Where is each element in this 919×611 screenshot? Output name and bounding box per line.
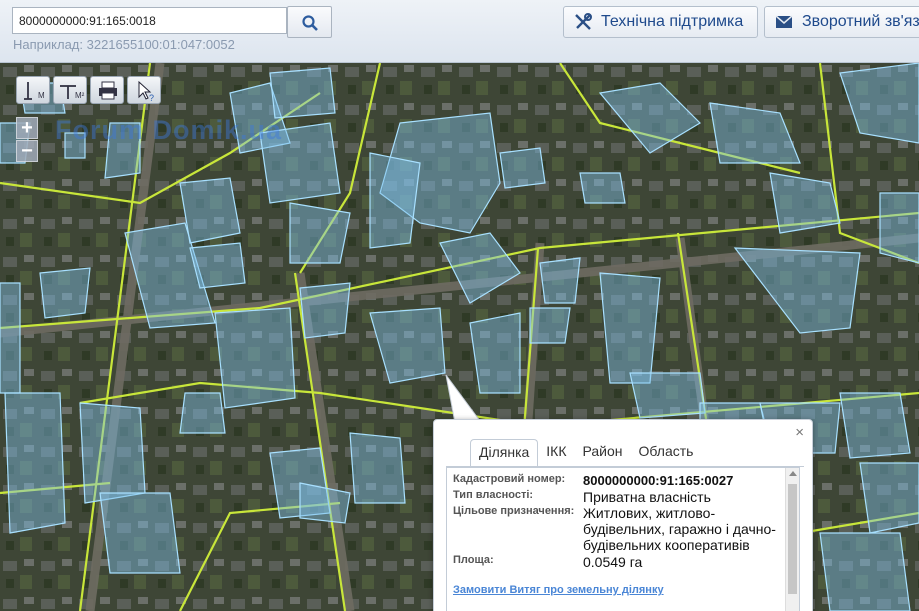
scroll-thumb[interactable] [788, 484, 797, 594]
measure-label: М [38, 91, 45, 100]
info-pointer-button[interactable]: ? [127, 76, 161, 104]
popup-tabs: Ділянка ІКК Район Область [470, 439, 701, 467]
area-label: М² [75, 91, 85, 100]
zoom-in-button[interactable]: + [16, 117, 38, 139]
field-label: Цільове призначення: [453, 505, 575, 517]
ownership-value: Приватна власність [583, 489, 711, 505]
cadastral-number-row: Кадастровий номер: 8000000000:91:165:002… [453, 473, 788, 489]
field-label: Кадастровий номер: [453, 473, 566, 485]
map-toolbar: М М² ? [16, 76, 161, 104]
search-button[interactable] [287, 6, 332, 38]
close-icon[interactable]: × [795, 424, 804, 441]
parcel-info-panel: Кадастровий номер: 8000000000:91:165:002… [446, 467, 800, 611]
ruler-icon [24, 82, 32, 100]
zoom-out-button[interactable]: − [16, 140, 38, 162]
purpose-row: Цільове призначення: Житлових, житлово-б… [453, 505, 788, 553]
header: Наприклад: 3221655100:01:047:0052 Техніч… [0, 0, 919, 63]
info-pointer-icon: ? [138, 80, 154, 103]
parcel-info-popup: × Ділянка ІКК Район Область Кадастровий … [433, 419, 813, 611]
popup-scrollbar[interactable] [785, 468, 799, 611]
tab-district[interactable]: Район [575, 439, 631, 467]
mail-icon [775, 15, 793, 28]
feedback-label: Зворотний зв'яз [802, 13, 919, 30]
cadastral-map[interactable]: Forum Domik.ua М М² ? + − × Ділянка ІКК … [0, 63, 919, 611]
watermark: Forum Domik.ua [55, 115, 283, 145]
print-button[interactable] [90, 76, 124, 104]
print-icon [99, 81, 117, 100]
support-label: Технічна підтримка [601, 13, 744, 30]
tab-ikk[interactable]: ІКК [538, 439, 574, 467]
purpose-value: Житлових, житлово-будівельних, гаражно і… [583, 505, 776, 553]
area-value: 0.0549 га [583, 554, 643, 570]
field-label: Тип власності: [453, 489, 534, 501]
measure-length-button[interactable]: М [16, 76, 50, 104]
cadastral-number-value: 8000000000:91:165:0027 [583, 473, 734, 488]
scroll-up-icon[interactable] [789, 471, 797, 476]
area-row: Площа: 0.0549 га [453, 554, 788, 570]
search-example: Наприклад: 3221655100:01:047:0052 [13, 37, 235, 52]
search-icon [302, 15, 318, 31]
ownership-row: Тип власності: Приватна власність [453, 489, 788, 505]
feedback-button[interactable]: Зворотний зв'яз [764, 6, 919, 38]
tools-icon [575, 13, 592, 30]
cadastral-search-input[interactable] [12, 7, 287, 34]
support-button[interactable]: Технічна підтримка [563, 6, 758, 38]
tab-parcel[interactable]: Ділянка [470, 439, 539, 467]
measure-area-button[interactable]: М² [53, 76, 87, 104]
svg-text:?: ? [149, 93, 154, 103]
tab-region[interactable]: Область [631, 439, 702, 467]
field-label: Площа: [453, 554, 494, 566]
order-extract-link[interactable]: Замовити Витяг про земельну ділянку [453, 584, 664, 596]
